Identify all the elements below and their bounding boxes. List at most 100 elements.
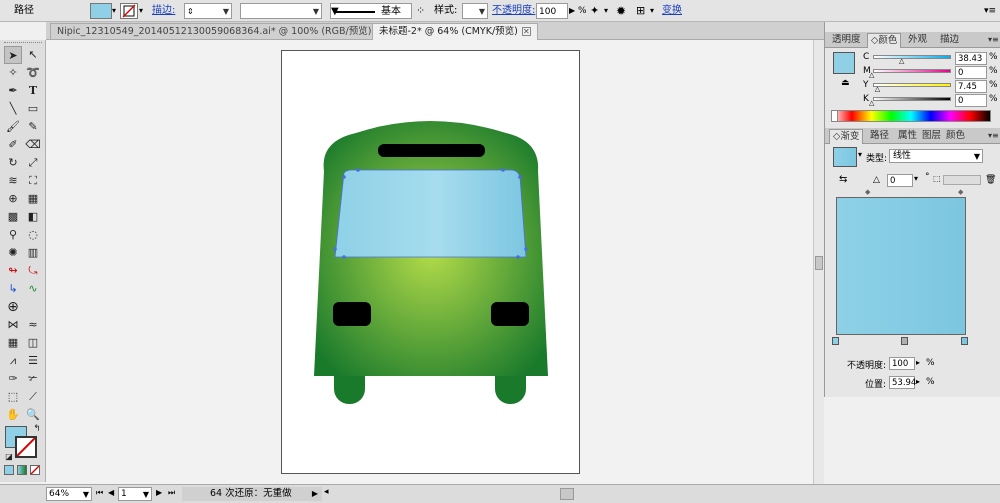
midpoint-diamond-icon[interactable]: ◆ [865, 188, 870, 196]
fill-dropdown-arrow[interactable]: ▾ [112, 3, 116, 19]
aspect-ratio-icon[interactable]: ⬚ [933, 174, 941, 183]
channel-slider-thumb[interactable]: △ [875, 85, 880, 93]
channel-slider-thumb[interactable]: △ [869, 71, 874, 79]
magic-wand-tool-icon[interactable]: ✧ [4, 64, 22, 82]
eyedropper-tool-icon[interactable]: ⚲ [4, 226, 22, 244]
stroke-link[interactable]: 描边: [152, 3, 175, 19]
gradient-thumbnail[interactable] [833, 147, 857, 167]
bus-windshield[interactable] [335, 170, 526, 257]
panel-menu-icon[interactable]: ▾≡ [984, 3, 996, 19]
channel-slider-thumb[interactable]: △ [899, 57, 904, 65]
channel-value-field[interactable]: 0 [955, 66, 987, 79]
blend-tool-icon[interactable]: ◌ [24, 226, 42, 244]
eyedropper-alt-icon[interactable]: ✑ [4, 370, 22, 388]
gradient-angle-field[interactable]: 0 [887, 174, 913, 187]
aspect-ratio-field[interactable] [943, 175, 981, 185]
hand-tool-icon[interactable]: ✋ [4, 406, 22, 424]
status-info[interactable]: 64 次还原：无重做 ▶ [182, 487, 322, 501]
opacity-arrow-icon[interactable]: ▶ [569, 3, 575, 19]
out-of-gamut-icon[interactable]: ⏏ [841, 78, 850, 88]
opacity-field[interactable]: 100 [536, 3, 568, 19]
tab-attributes[interactable]: 属性 [895, 129, 920, 144]
anchor-point[interactable] [333, 247, 337, 251]
measure-tool-icon[interactable]: ✃ [24, 370, 42, 388]
anchor-point[interactable] [356, 168, 360, 172]
variable-width-profile[interactable]: ▼ [240, 3, 322, 19]
chevron-down-icon[interactable]: ▾ [650, 3, 654, 19]
type-tool-icon[interactable]: T [24, 82, 42, 100]
tab-layers[interactable]: 图层 [919, 129, 944, 144]
envelope-tool-icon[interactable]: ⋈ [4, 316, 22, 334]
tab-color[interactable]: ◇颜色 [867, 33, 902, 48]
chevron-down-icon[interactable]: ▾ [858, 150, 862, 159]
scroll-left-icon[interactable]: ◂ [324, 487, 329, 497]
tab-pathfinder[interactable]: 路径 [867, 129, 892, 144]
white-swatch[interactable] [832, 111, 838, 121]
gradient-stop-left[interactable] [832, 337, 839, 345]
anchor-point[interactable] [342, 255, 346, 259]
direct-selection-tool-icon[interactable]: ↖ [24, 46, 42, 64]
gradient-preview[interactable] [836, 197, 966, 335]
panel-menu-icon[interactable]: ▾≡ [985, 33, 1000, 48]
gradient-tool-icon[interactable]: ◧ [24, 208, 42, 226]
first-artboard-icon[interactable]: ⏮ [96, 488, 103, 498]
symbol-sprayer-tool-icon[interactable]: ✺ [4, 244, 22, 262]
custom-tool-green-icon[interactable]: ∿ [24, 280, 42, 298]
column-graph-tool-icon[interactable]: ▥ [24, 244, 42, 262]
fill-swatch[interactable] [90, 3, 112, 19]
gear-icon[interactable]: ✹ [616, 3, 626, 19]
channel-value-field[interactable]: 0 [955, 94, 987, 107]
scrollbar-thumb[interactable] [815, 256, 823, 270]
zigzag-tool-icon[interactable]: ⩘ [4, 352, 22, 370]
gradient-mode-icon[interactable] [17, 465, 27, 475]
delete-stop-icon[interactable]: 🗑 [985, 175, 996, 185]
artboard-number-field[interactable]: 1 ▼ [118, 487, 152, 501]
lasso-tool-icon[interactable]: ➰ [24, 64, 42, 82]
anchor-point[interactable] [516, 255, 520, 259]
previous-artboard-icon[interactable]: ◀ [108, 488, 114, 497]
bus-right-headlight[interactable] [491, 302, 529, 326]
warp-tool-icon[interactable]: ≋ [4, 172, 22, 190]
list-tool-icon[interactable]: ☰ [24, 352, 42, 370]
zoom-field[interactable]: 64% ▼ [46, 487, 92, 501]
rotate-tool-icon[interactable]: ↻ [4, 154, 22, 172]
recolor-artwork-icon[interactable]: ✦ [590, 3, 599, 19]
gradient-type-select[interactable]: 线性 ▼ [889, 149, 983, 163]
scale-tool-icon[interactable]: ⤢ [24, 154, 42, 172]
graphic-style-icon[interactable]: ⁘ [416, 3, 425, 19]
anchor-point[interactable] [524, 247, 528, 251]
canvas-area[interactable] [46, 40, 813, 484]
stroke-weight-field[interactable]: ⇕ ▼ [184, 3, 232, 19]
last-artboard-icon[interactable]: ⏭ [168, 488, 175, 498]
gradient-stop-right[interactable] [961, 337, 968, 345]
channel-slider[interactable] [873, 83, 951, 87]
channel-slider-thumb[interactable]: △ [869, 99, 874, 107]
artboard-tool-icon[interactable]: ⬚ [4, 388, 22, 406]
wave-tool-icon[interactable]: ≈ [24, 316, 42, 334]
slice-tool-icon[interactable]: ⟋ [24, 388, 42, 406]
close-icon[interactable]: ✕ [521, 27, 531, 36]
stop-location-field[interactable]: 53.94 [889, 376, 916, 389]
toolbox-grip[interactable] [4, 42, 42, 45]
tab-gradient[interactable]: ◇渐变 [829, 129, 864, 144]
next-artboard-icon[interactable]: ▶ [156, 488, 162, 497]
swap-fill-stroke-icon[interactable]: ↰ [28, 420, 46, 438]
color-fill-swatch[interactable] [833, 52, 855, 74]
angle-dropdown-arrow[interactable]: ▾ [914, 174, 918, 183]
anchor-point[interactable] [501, 168, 505, 172]
style-dropdown[interactable]: ▼ [462, 3, 488, 19]
chevron-down-icon[interactable]: ▾ [604, 3, 608, 19]
channel-value-field[interactable]: 7.45 [955, 80, 987, 93]
anchor-point[interactable] [342, 175, 346, 179]
anchor-point[interactable] [518, 175, 522, 179]
none-mode-icon[interactable] [30, 465, 40, 475]
tab-untitled-2[interactable]: 未标题-2* @ 64% (CMYK/预览) ✕ [372, 23, 538, 40]
gradient-annotator-icon[interactable]: ◫ [24, 334, 42, 352]
stroke-dropdown-arrow[interactable]: ▾ [139, 3, 143, 19]
bus-left-headlight[interactable] [333, 302, 371, 326]
stop-opacity-arrow[interactable]: ▸ [916, 358, 920, 367]
tab-transparency[interactable]: 透明度 [829, 33, 864, 48]
perspective-grid-tool-icon[interactable]: ▦ [24, 190, 42, 208]
selection-tool-icon[interactable]: ➤ [4, 46, 22, 64]
custom-tool-red-icon[interactable]: ⤿ [24, 262, 42, 280]
